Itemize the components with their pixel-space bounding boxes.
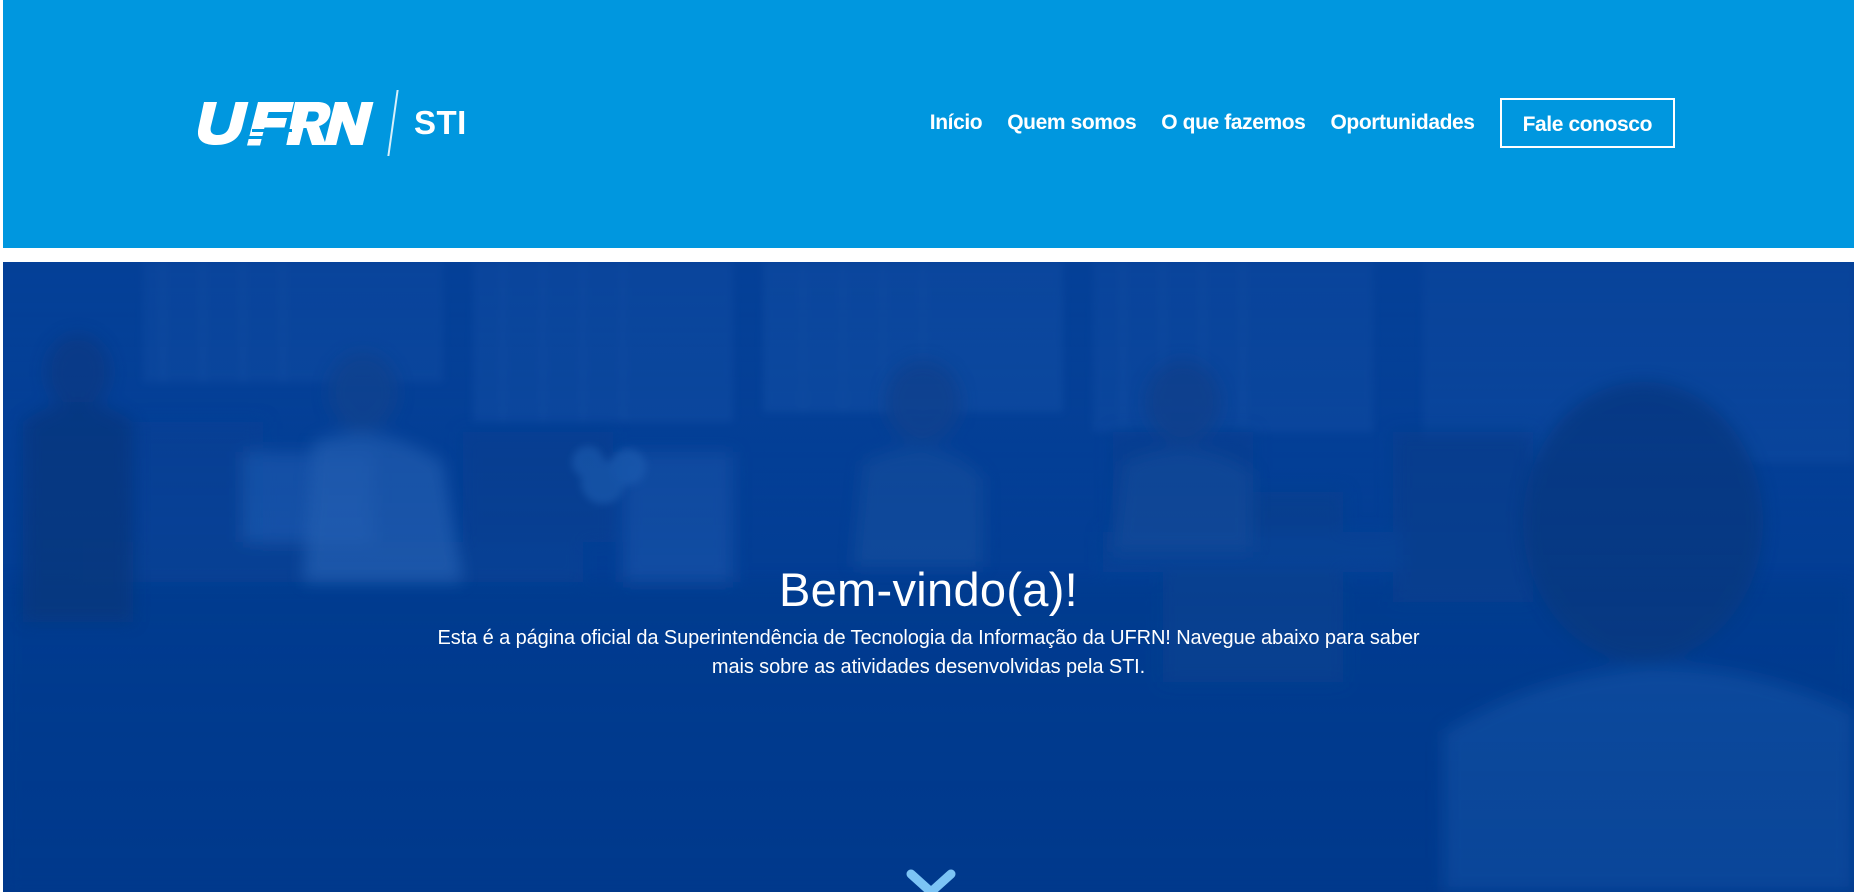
hero-title: Bem-vindo(a)! (778, 563, 1079, 616)
nav-item-o-que-fazemos[interactable]: O que fazemos (1161, 111, 1306, 135)
nav-item-quem-somos[interactable]: Quem somos (1007, 111, 1136, 135)
fale-conosco-button[interactable]: Fale conosco (1499, 98, 1675, 148)
chevron-down-icon[interactable] (906, 868, 956, 892)
logo-divider (387, 90, 399, 156)
hero-section: Bem-vindo(a)! Esta é a página oficial da… (3, 262, 1854, 892)
nav-item-inicio[interactable]: Início (930, 111, 983, 135)
page: STI Início Quem somos O que fazemos Opor… (0, 0, 1856, 892)
nav-item-oportunidades[interactable]: Oportunidades (1330, 111, 1475, 135)
ufrn-logo-mark (198, 102, 374, 146)
hero-subtitle: Esta é a página oficial da Superintendên… (437, 627, 1420, 678)
site-logo[interactable]: STI (198, 88, 467, 158)
logo-sti-text: STI (414, 104, 467, 141)
site-header: STI Início Quem somos O que fazemos Opor… (3, 0, 1854, 248)
hero-content: Bem-vindo(a)! Esta é a página oficial da… (3, 562, 1854, 682)
main-nav: Início Quem somos O que fazemos Oportuni… (930, 96, 1675, 150)
